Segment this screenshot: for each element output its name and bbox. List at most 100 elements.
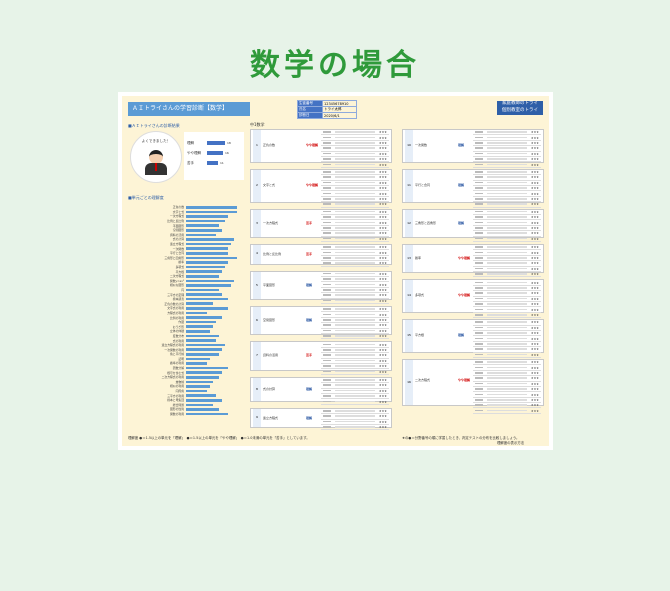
- unit-subitem-row: ★★★: [473, 237, 541, 242]
- unit-bar-track: [186, 357, 246, 361]
- unit-bar-label: 角と平行線: [170, 352, 184, 357]
- unit-bar-track: [186, 325, 246, 329]
- score-value: 11: [220, 161, 224, 165]
- unit-bar-label: 二次方程式: [170, 274, 184, 279]
- unit-subitem-row: ★★★: [473, 408, 541, 414]
- unit-bar-fill: [186, 274, 219, 278]
- unit-bar-track: [186, 371, 246, 374]
- unit-bar-fill: [186, 242, 231, 246]
- unit-bar-label: 根号を含む式: [167, 370, 184, 375]
- unit-subitem-row: ★★★: [321, 237, 389, 242]
- unit-bar-track: [186, 375, 246, 379]
- character-tie: [155, 163, 157, 171]
- unit-number: 11: [405, 169, 413, 202]
- unit-subitem-stars: ★★★: [530, 261, 539, 266]
- unit-bar-label: 放物線: [175, 379, 184, 384]
- unit-subitem-row: ★★★: [473, 313, 541, 319]
- unit-number: 8: [253, 377, 261, 401]
- unit-subitem-stars: ★★★: [530, 307, 539, 312]
- unit-bar-fill: [186, 339, 216, 342]
- unit-block: 14 多項式 やや理解 ★★★ ★★★ ★★★ ★★★ ★★★ ★★★ ★★★: [402, 279, 544, 319]
- unit-bar-fill: [186, 233, 216, 237]
- unit-subitems: ★★★ ★★★ ★★★ ★★★ ★★★ ★★★ ★★★: [473, 130, 541, 168]
- unit-bar-fill: [186, 247, 228, 250]
- unit-bar-label: 標本と母集団: [167, 398, 184, 403]
- score-row: 苦手 11: [187, 158, 239, 168]
- unit-bar-fill: [186, 256, 237, 260]
- score-label: 苦手: [187, 160, 194, 165]
- unit-bar-label: 連立方程式の利用: [161, 343, 184, 348]
- column-heading-spacer: [402, 122, 544, 127]
- unit-bar-label: 資料の活用: [170, 232, 184, 237]
- unit-bar-fill: [186, 251, 228, 255]
- unit-subitem-row: ★★★: [321, 162, 389, 168]
- unit-bar-track: [186, 219, 246, 223]
- score-label: やや理解: [187, 150, 201, 155]
- unit-subitem-stars: ★★★: [530, 296, 539, 301]
- unit-block: 10 一次関数 理解 ★★★ ★★★ ★★★ ★★★ ★★★ ★★★ ★★★: [402, 129, 544, 168]
- unit-subitem-stars: ★★★: [530, 135, 539, 140]
- info-value: 2020/6/1: [322, 112, 357, 119]
- unit-subitem-stars: ★★★: [378, 231, 387, 236]
- unit-subitem-stars: ★★★: [530, 169, 539, 174]
- unit-bar-track: [186, 389, 246, 393]
- page-title: 数学の場合: [250, 48, 420, 83]
- unit-subitem-stars: ★★★: [530, 196, 539, 201]
- unit-subitem-stars: ★★★: [530, 231, 539, 236]
- unit-evaluation: やや理解: [458, 293, 471, 298]
- unit-subitem-stars: ★★★: [378, 388, 387, 393]
- unit-subitem-stars: ★★★: [378, 369, 387, 374]
- unit-number: 7: [253, 342, 261, 370]
- unit-bar-track: [186, 408, 246, 411]
- unit-subitems: ★★★ ★★★ ★★★ ★★★ ★★★: [321, 378, 389, 405]
- column-heading: 中1数学: [250, 122, 265, 127]
- unit-subitem-stars: ★★★: [378, 394, 387, 399]
- unit-subitem-stars: ★★★: [378, 202, 387, 207]
- unit-evaluation: やや理解: [458, 377, 471, 382]
- unit-bar-track: [186, 228, 246, 232]
- unit-subitems: ★★★ ★★★ ★★★ ★★★ ★★★ ★★★ ★★★ ★★★ ★★★ ★★★: [473, 360, 541, 414]
- unit-bar-label: 正負の数: [172, 205, 184, 210]
- unit-subitem-stars: ★★★: [530, 220, 539, 225]
- unit-subitem-stars: ★★★: [378, 175, 387, 180]
- unit-bar-label: 度数分布: [172, 333, 184, 338]
- unit-bar-track: [186, 339, 246, 342]
- unit-evaluation: 苦手: [306, 353, 313, 358]
- unit-evaluation: 理解: [306, 282, 313, 287]
- unit-bar-fill: [186, 224, 219, 227]
- unit-bar-fill: [186, 302, 213, 306]
- footer-page-label: 理解度の表示方法: [497, 441, 525, 445]
- unit-subitem-stars: ★★★: [530, 392, 539, 397]
- score-bar: [207, 141, 225, 145]
- unit-subitem-stars: ★★★: [378, 180, 387, 185]
- unit-number: 6: [253, 306, 261, 335]
- unit-subitems: ★★★ ★★★ ★★★ ★★★ ★★★ ★★★: [321, 342, 389, 375]
- unit-bar-label: 多項式: [175, 265, 184, 270]
- brand-line1: 家庭教師のトライ: [502, 101, 538, 106]
- unit-bar-fill: [186, 261, 228, 264]
- unit-bar-fill: [186, 366, 228, 370]
- unit-bar-track: [186, 394, 246, 397]
- unit-bar-fill: [186, 371, 222, 374]
- unit-bar-track: [186, 366, 246, 370]
- unit-subitem-stars: ★★★: [530, 285, 539, 290]
- unit-bar-label: 一次関数: [172, 246, 184, 251]
- unit-subitems: ★★★ ★★★ ★★★ ★★★ ★★★ ★★★: [473, 245, 541, 278]
- unit-block: 3 一次方程式 苦手 ★★★ ★★★ ★★★ ★★★ ★★★ ★★★: [250, 208, 392, 242]
- unit-subitem-stars: ★★★: [530, 157, 539, 162]
- unit-bar-label: 関数y=ax²: [169, 278, 184, 283]
- unit-subitem-row: ★★★: [473, 162, 541, 168]
- unit-subitem-stars: ★★★: [378, 425, 387, 430]
- unit-number: 3: [253, 209, 261, 237]
- unit-bar-track: [186, 343, 246, 347]
- unit-bar-label: 文字と式: [172, 209, 184, 214]
- unit-subitems: ★★★ ★★★ ★★★ ★★★ ★★★ ★★★: [321, 210, 389, 242]
- unit-subitem-stars: ★★★: [378, 146, 387, 151]
- unit-name: 二次方程式: [415, 377, 431, 382]
- unit-name: 三角形と四角形: [415, 220, 437, 225]
- unit-bar-label: 平面図形: [172, 223, 184, 228]
- unit-subitem-stars: ★★★: [378, 408, 387, 413]
- unit-number: 9: [253, 408, 261, 428]
- unit-subitem-stars: ★★★: [378, 347, 387, 352]
- unit-bar-track: [186, 320, 246, 324]
